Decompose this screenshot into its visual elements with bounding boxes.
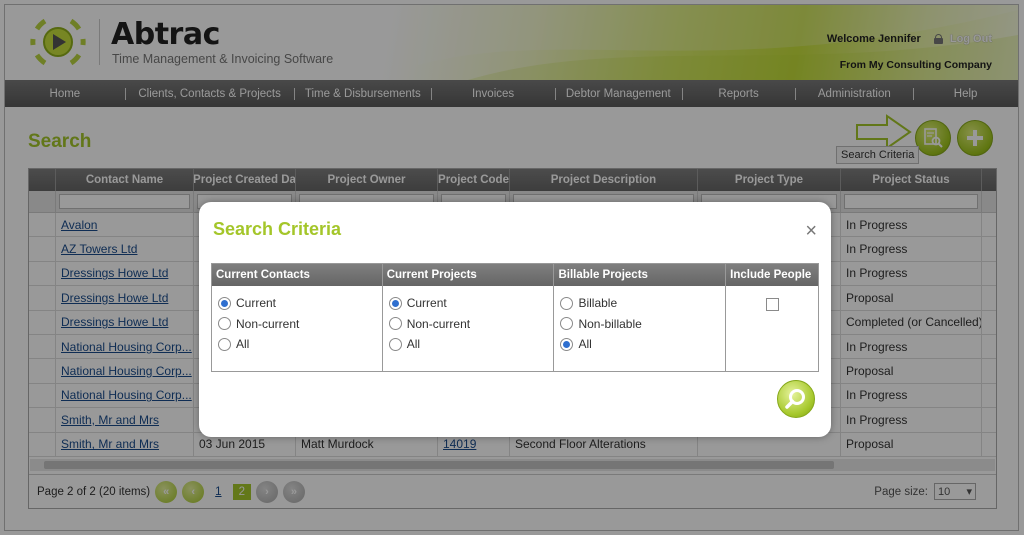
radio-label: Non-billable xyxy=(578,316,642,331)
criteria-group-header: Current Contacts xyxy=(212,264,382,286)
criteria-group: Current Projects Current Non-current All xyxy=(382,264,555,371)
radio-label: Non-current xyxy=(406,316,471,331)
radio-label: Current xyxy=(236,296,277,310)
radio-label: All xyxy=(406,337,421,351)
radio-option[interactable]: Current xyxy=(388,296,554,310)
radio-option[interactable]: Non-current xyxy=(388,316,554,331)
radio-option[interactable]: All xyxy=(560,337,725,351)
close-icon[interactable]: × xyxy=(805,221,817,241)
radio-label: All xyxy=(236,337,250,351)
criteria-group-header: Billable Projects xyxy=(554,264,726,286)
radio-label: All xyxy=(578,337,592,351)
radio-label: Current xyxy=(406,296,447,310)
radio-button[interactable] xyxy=(218,317,231,330)
radio-button[interactable] xyxy=(560,317,574,330)
radio-button[interactable] xyxy=(218,337,231,351)
radio-option[interactable]: Current xyxy=(218,296,382,310)
radio-label: Billable xyxy=(578,296,618,310)
radio-option[interactable]: All xyxy=(388,337,554,351)
radio-button[interactable] xyxy=(560,296,574,310)
radio-option[interactable]: Non-billable xyxy=(560,317,725,331)
include-people-group: Include People xyxy=(726,264,818,371)
radio-label: Non-current xyxy=(236,316,300,331)
criteria-group: Current Contacts Current Non-current All xyxy=(212,264,383,371)
magnifier-icon xyxy=(785,389,805,409)
radio-option[interactable]: All xyxy=(218,337,382,351)
search-criteria-dialog: Search Criteria × Current Contacts Curren… xyxy=(199,202,831,437)
radio-button[interactable] xyxy=(560,337,574,351)
radio-button[interactable] xyxy=(218,296,231,310)
radio-button[interactable] xyxy=(388,296,402,310)
criteria-group: Billable Projects Billable Non-billable All xyxy=(554,264,727,371)
radio-option[interactable]: Billable xyxy=(560,296,725,310)
radio-button[interactable] xyxy=(388,337,402,351)
criteria-group-header: Current Projects xyxy=(382,264,554,286)
include-people-checkbox[interactable] xyxy=(765,298,779,311)
search-button[interactable] xyxy=(777,380,815,418)
radio-button[interactable] xyxy=(388,317,402,330)
criteria-table: Current Contacts Current Non-current All Cur… xyxy=(211,263,819,372)
radio-option[interactable]: Non-current xyxy=(218,317,382,331)
include-people-header: Include People xyxy=(726,264,818,286)
dialog-title: Search Criteria xyxy=(213,219,342,239)
